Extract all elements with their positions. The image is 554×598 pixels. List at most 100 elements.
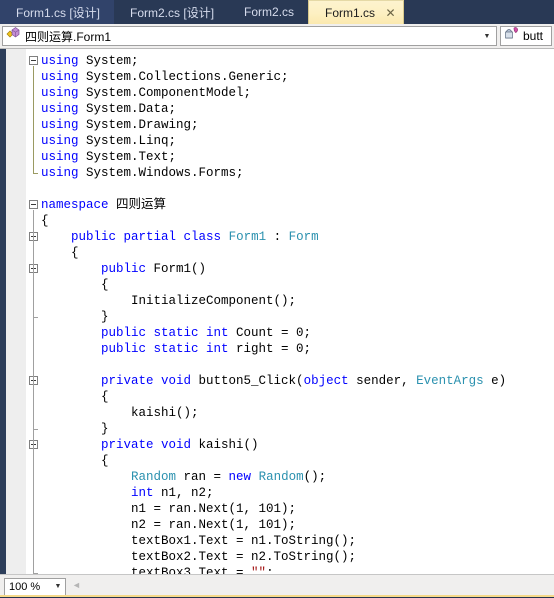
document-tab-label: Form2.cs [设计]	[130, 5, 215, 20]
collapse-region-toggle[interactable]	[29, 56, 38, 65]
code-text-area[interactable]: using System; using System.Collections.Ge…	[41, 49, 554, 574]
code-line: {	[41, 277, 506, 293]
chevron-down-icon[interactable]: ▼	[480, 33, 494, 40]
document-tab-active[interactable]: Form1.cs ✕	[308, 0, 405, 24]
code-token: textBox2.Text = n2.ToString();	[131, 550, 357, 564]
document-tab-label: Form2.cs	[244, 5, 295, 19]
code-line: {	[41, 453, 506, 469]
code-line: }	[41, 421, 506, 437]
code-line: using System.Windows.Forms;	[41, 165, 506, 181]
code-line: textBox3.Text = "";	[41, 565, 506, 574]
code-token: sender,	[348, 374, 417, 388]
code-line: {	[41, 389, 506, 405]
code-token: 四则运算	[108, 198, 167, 212]
document-tab[interactable]: Form2.cs	[228, 0, 309, 24]
code-line: kaishi();	[41, 405, 506, 421]
document-tab[interactable]: Form2.cs [设计]	[114, 0, 229, 24]
source-code: using System; using System.Collections.Ge…	[41, 53, 506, 574]
navigation-bar: 四则运算.Form1 ▼ butt	[0, 24, 554, 49]
fold-region-end-tick	[33, 173, 38, 174]
collapse-region-toggle[interactable]	[29, 200, 38, 209]
code-token: int	[131, 486, 154, 500]
code-token: }	[101, 310, 109, 324]
scroll-left-icon[interactable]: ◄	[72, 580, 81, 590]
code-token: ();	[303, 470, 327, 484]
code-token: private void	[101, 374, 192, 388]
code-token: {	[101, 278, 109, 292]
chevron-down-icon[interactable]: ▼	[51, 583, 65, 590]
code-token: }	[101, 422, 109, 436]
code-token: System.ComponentModel;	[78, 86, 252, 100]
document-tab-label: Form1.cs [设计]	[16, 5, 101, 20]
code-line: using System;	[41, 53, 506, 69]
breakpoint-margin[interactable]	[6, 49, 27, 574]
code-token: n1 = ran.Next(1, 101);	[131, 502, 297, 516]
code-token: InitializeComponent();	[131, 294, 297, 308]
code-token: Form	[288, 230, 319, 244]
code-token: object	[303, 374, 349, 388]
horizontal-scrollbar[interactable]: ◄	[72, 579, 550, 595]
code-line: textBox2.Text = n2.ToString();	[41, 549, 506, 565]
code-token: using	[41, 102, 79, 116]
code-token: using	[41, 54, 79, 68]
code-token: System.Text;	[78, 150, 177, 164]
code-token: new	[228, 470, 252, 484]
zoom-level-value: 100 %	[9, 580, 41, 593]
code-token: System.Collections.Generic;	[78, 70, 289, 84]
visual-studio-editor-window: Form1.cs [设计] Form2.cs [设计] Form2.cs Form1.…	[0, 0, 554, 598]
code-token: button5_Click(	[191, 374, 304, 388]
code-line: public partial class Form1 : Form	[41, 229, 506, 245]
code-line: using System.Text;	[41, 149, 506, 165]
code-line: namespace 四则运算	[41, 197, 506, 213]
code-line: }	[41, 309, 506, 325]
code-line: private void kaishi()	[41, 437, 506, 453]
code-token: System.Drawing;	[78, 118, 199, 132]
code-token: Count = 0;	[228, 326, 312, 340]
code-token: using	[41, 86, 79, 100]
document-tab-label: Form1.cs	[325, 5, 376, 20]
code-token: :	[266, 230, 289, 244]
class-icon	[6, 26, 21, 46]
code-line: using System.ComponentModel;	[41, 85, 506, 101]
code-token: {	[101, 390, 109, 404]
code-token: namespace	[41, 198, 109, 212]
code-token: public static int	[101, 342, 229, 356]
code-editor[interactable]: using System; using System.Collections.Ge…	[0, 49, 554, 574]
code-line: public Form1()	[41, 261, 506, 277]
code-token: EventArgs	[416, 374, 484, 388]
code-token: using	[41, 118, 79, 132]
code-line: using System.Drawing;	[41, 117, 506, 133]
code-line: public static int Count = 0;	[41, 325, 506, 341]
close-icon[interactable]: ✕	[384, 6, 397, 19]
type-dropdown[interactable]: 四则运算.Form1 ▼	[2, 26, 497, 46]
code-token: public static int	[101, 326, 229, 340]
zoom-level-dropdown[interactable]: 100 % ▼	[4, 577, 66, 596]
code-token: ;	[266, 566, 274, 574]
code-line: {	[41, 245, 506, 261]
code-token: ""	[251, 566, 267, 574]
code-line: int n1, n2;	[41, 485, 506, 501]
code-token: System.Linq;	[78, 134, 177, 148]
code-line: textBox1.Text = n1.ToString();	[41, 533, 506, 549]
code-token: e)	[483, 374, 507, 388]
code-line: using System.Linq;	[41, 133, 506, 149]
code-token: n2 = ran.Next(1, 101);	[131, 518, 297, 532]
code-token: System.Windows.Forms;	[78, 166, 244, 180]
code-token: private void	[101, 438, 192, 452]
member-dropdown[interactable]: butt	[500, 26, 552, 46]
code-token: Random	[131, 470, 177, 484]
member-dropdown-value: butt	[523, 29, 544, 43]
fold-region-end-tick	[33, 573, 38, 574]
code-line: using System.Collections.Generic;	[41, 69, 506, 85]
fold-region-line	[33, 66, 34, 173]
code-token: public partial class	[71, 230, 222, 244]
code-token: Form1()	[146, 262, 207, 276]
code-line: using System.Data;	[41, 101, 506, 117]
outlining-margin[interactable]	[27, 49, 41, 574]
code-line: InitializeComponent();	[41, 293, 506, 309]
document-tab[interactable]: Form1.cs [设计]	[0, 0, 115, 24]
code-token: using	[41, 70, 79, 84]
